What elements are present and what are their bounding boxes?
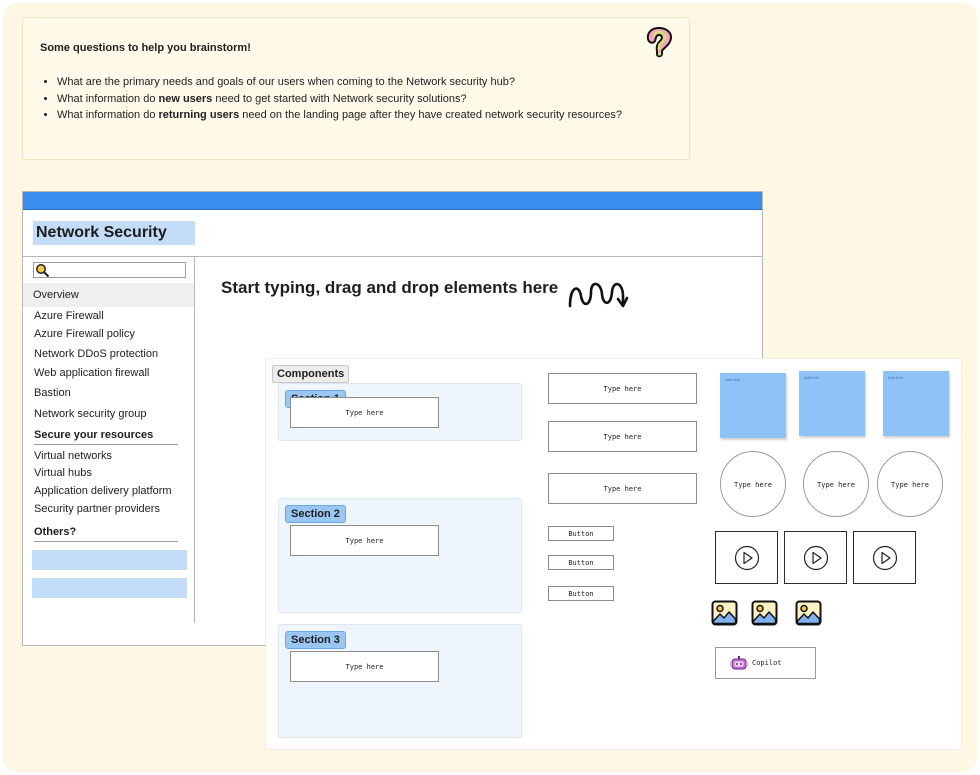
button-1[interactable]: Button [548, 526, 614, 541]
sidebar-item-app-delivery[interactable]: Application delivery platform [34, 485, 172, 497]
circle-shape-3[interactable]: Type here [877, 451, 943, 517]
squiggle-arrow-icon [568, 282, 629, 308]
question-mark-icon [646, 27, 672, 58]
question-3: What information do returning users need… [57, 107, 622, 124]
sidebar-item-bastion[interactable]: Bastion [34, 387, 71, 399]
placeholder-bar-2[interactable] [32, 578, 187, 598]
image-icon[interactable] [711, 600, 738, 626]
play-icon [803, 545, 829, 571]
question-1: What are the primary needs and goals of … [57, 74, 622, 91]
sidebar-item-azure-firewall[interactable]: Azure Firewall [34, 310, 104, 322]
section-3[interactable]: Section 3 Type here [278, 624, 522, 738]
sidebar-item-virtual-hubs[interactable]: Virtual hubs [34, 467, 92, 479]
section-2-label: Section 2 [285, 505, 346, 523]
button-3[interactable]: Button [548, 586, 614, 601]
sidebar-item-security-partners[interactable]: Security partner providers [34, 503, 160, 515]
sidebar-divider [194, 257, 195, 623]
section-1[interactable]: Section 1 Type here [278, 383, 522, 441]
text-box-3[interactable]: Type here [548, 473, 697, 504]
circle-shape-2[interactable]: Type here [803, 451, 869, 517]
button-2[interactable]: Button [548, 555, 614, 570]
video-placeholder-2[interactable] [784, 531, 847, 584]
sidebar-heading-others: Others? [34, 526, 178, 542]
text-box-2[interactable]: Type here [548, 421, 697, 452]
brainstorm-card: Some questions to help you brainstorm! W… [22, 17, 690, 160]
sticky-note-2[interactable]: Add text [799, 371, 865, 436]
sticky-note-1[interactable]: Add text [720, 373, 786, 438]
image-icon[interactable] [795, 600, 822, 626]
page-title: Network Security [33, 221, 195, 245]
search-input[interactable] [33, 262, 186, 278]
section-2-input[interactable]: Type here [290, 525, 439, 556]
section-1-input[interactable]: Type here [290, 397, 439, 428]
sidebar-item-nsg[interactable]: Network security group [34, 408, 147, 420]
sidebar-item-virtual-networks[interactable]: Virtual networks [34, 450, 112, 462]
sidebar-item-overview[interactable]: Overview [23, 283, 194, 307]
window-title-bar [23, 192, 762, 210]
brainstorm-title: Some questions to help you brainstorm! [40, 42, 251, 54]
copilot-button[interactable]: Copilot [715, 647, 816, 679]
header-divider [23, 256, 762, 257]
placeholder-bar-1[interactable] [32, 550, 187, 570]
sticky-note-3[interactable]: Add text [883, 371, 949, 436]
sidebar-item-ddos-protection[interactable]: Network DDoS protection [34, 348, 158, 360]
search-icon [36, 264, 50, 278]
section-2[interactable]: Section 2 Type here [278, 498, 522, 613]
section-3-label: Section 3 [285, 631, 346, 649]
question-2: What information do new users need to ge… [57, 91, 622, 108]
sidebar-item-azure-firewall-policy[interactable]: Azure Firewall policy [34, 328, 135, 340]
copilot-robot-icon [730, 656, 748, 670]
play-icon [734, 545, 760, 571]
canvas-board: Some questions to help you brainstorm! W… [3, 3, 977, 772]
brainstorm-questions: What are the primary needs and goals of … [57, 74, 622, 124]
sidebar-heading-secure: Secure your resources [34, 429, 178, 445]
circle-shape-1[interactable]: Type here [720, 451, 786, 517]
sidebar-item-web-app-firewall[interactable]: Web application firewall [34, 367, 149, 379]
drop-hint: Start typing, drag and drop elements her… [221, 278, 559, 297]
components-label: Components [272, 365, 350, 383]
video-placeholder-3[interactable] [853, 531, 916, 584]
copilot-label: Copilot [752, 659, 782, 667]
play-icon [872, 545, 898, 571]
text-box-1[interactable]: Type here [548, 373, 697, 404]
section-3-input[interactable]: Type here [290, 651, 439, 682]
video-placeholder-1[interactable] [715, 531, 778, 584]
image-icon[interactable] [751, 600, 778, 626]
components-panel: Components Section 1 Type here Section 2… [265, 358, 962, 750]
